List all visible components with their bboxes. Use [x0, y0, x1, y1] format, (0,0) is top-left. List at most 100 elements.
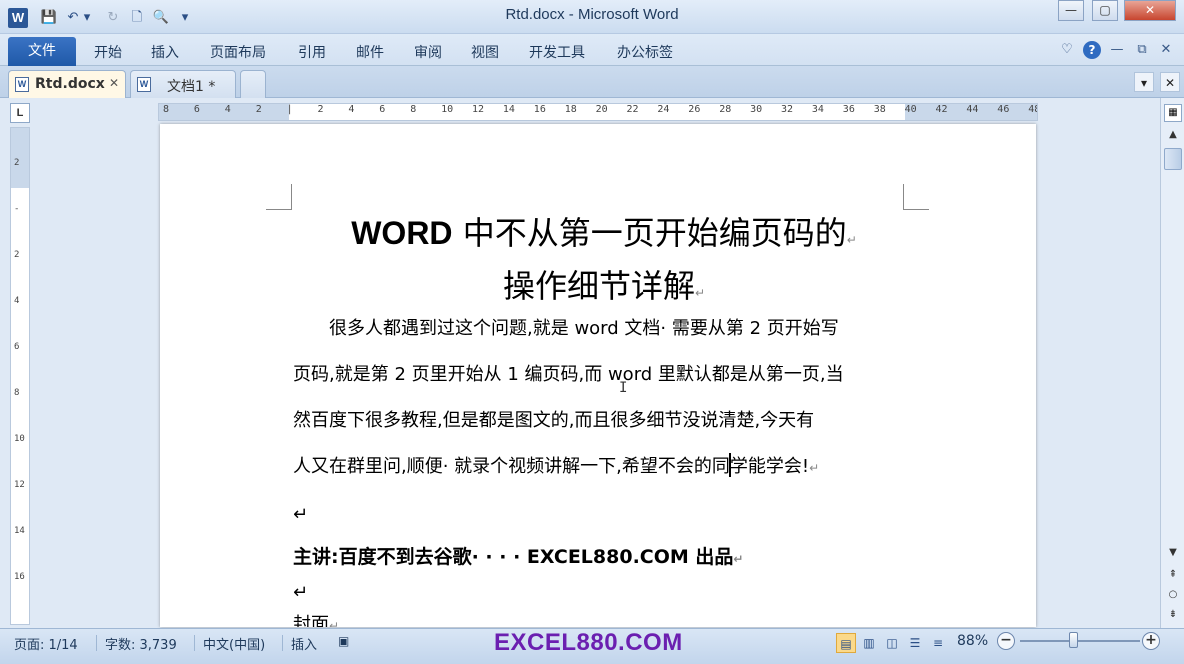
- close-tab-icon[interactable]: ✕: [109, 76, 119, 90]
- paragraph-mark: ↵: [809, 461, 820, 475]
- full-screen-reading-icon[interactable]: ▥: [859, 633, 879, 653]
- vertical-ruler-tick-label: 10: [14, 434, 25, 444]
- vertical-ruler-tick-label: 8: [14, 388, 20, 398]
- doc-restore-icon[interactable]: ⧉: [1133, 41, 1151, 59]
- tab-page-layout[interactable]: 页面布局: [210, 42, 266, 62]
- minimize-ribbon-icon[interactable]: ♡: [1058, 41, 1076, 59]
- tab-office-tab[interactable]: 办公标签: [617, 42, 673, 62]
- help-icon[interactable]: ?: [1083, 41, 1101, 59]
- select-browse-object-icon[interactable]: ○: [1164, 586, 1182, 604]
- divider: [96, 635, 97, 651]
- new-tab-button[interactable]: [240, 70, 266, 98]
- ruler-tick-label: 8: [410, 104, 417, 115]
- doc-minimize-icon[interactable]: —: [1108, 41, 1126, 59]
- save-icon[interactable]: 💾: [40, 9, 58, 27]
- vertical-ruler-tick-label: -: [14, 204, 20, 214]
- title-bar: W 💾 ↶ ▾ ↻ 🗋 🔍 ▾ Rtd.docx - Microsoft Wor…: [0, 0, 1184, 34]
- cover-line[interactable]: 封面↵: [293, 610, 913, 627]
- view-ruler-icon[interactable]: ▦: [1164, 104, 1182, 122]
- ruler-tick-label: 30: [750, 104, 763, 115]
- vertical-ruler-tick-label: 2: [14, 158, 20, 168]
- doc-tab-label: Rtd.docx: [35, 76, 105, 92]
- customize-qat-icon[interactable]: ▾: [180, 9, 190, 27]
- tab-developer[interactable]: 开发工具: [529, 42, 585, 62]
- word-doc-icon: W: [137, 77, 151, 92]
- minimize-button[interactable]: —: [1058, 0, 1084, 21]
- ruler-tick-label: 6: [379, 104, 386, 115]
- ruler-tick-label: 46: [997, 104, 1010, 115]
- title-latin-text: WORD: [351, 215, 453, 251]
- zoom-out-button[interactable]: −: [997, 632, 1015, 650]
- redo-icon[interactable]: ↻: [104, 9, 122, 27]
- print-preview-icon[interactable]: 🔍: [152, 9, 170, 27]
- outline-view-icon[interactable]: ☰: [905, 633, 925, 653]
- body-line-4[interactable]: 人又在群里问,顺便· 就录个视频讲解一下,希望不会的同学能学会!↵: [293, 452, 913, 478]
- draft-view-icon[interactable]: ≡: [928, 633, 948, 653]
- next-page-icon[interactable]: ⇟: [1164, 606, 1182, 624]
- tab-file[interactable]: 文件: [8, 37, 76, 66]
- scroll-thumb[interactable]: [1164, 148, 1182, 170]
- maximize-button[interactable]: ▢: [1092, 0, 1118, 21]
- paragraph-mark: ↵: [733, 552, 744, 566]
- ruler-tick-label: 12: [472, 104, 485, 115]
- document-page[interactable]: WORD 中不从第一页开始编页码的↵ 操作细节详解↵ 很多人都遇到过这个问题,就…: [160, 124, 1036, 627]
- doc-close-icon[interactable]: ✕: [1157, 41, 1175, 59]
- body-line-2[interactable]: 页码,就是第 2 页里开始从 1 编页码,而 word 里默认都是从第一页,当: [293, 360, 913, 386]
- scroll-down-icon[interactable]: ▼: [1164, 544, 1182, 562]
- undo-icon[interactable]: ↶: [64, 9, 82, 27]
- ruler-tick-label: 40: [904, 104, 917, 115]
- divider: [282, 635, 283, 651]
- tab-stop-selector[interactable]: L: [10, 103, 30, 123]
- close-all-tabs-icon[interactable]: ✕: [1160, 72, 1180, 92]
- tab-references[interactable]: 引用: [298, 42, 326, 62]
- ruler-tick-label: 32: [781, 104, 794, 115]
- vertical-ruler[interactable]: 2 - 2 4 6 8 10 12 14 16: [10, 127, 30, 625]
- vertical-ruler-tick-label: 6: [14, 342, 20, 352]
- tab-review[interactable]: 审阅: [414, 42, 442, 62]
- close-button[interactable]: ✕: [1124, 0, 1176, 21]
- new-document-icon[interactable]: 🗋: [128, 9, 146, 27]
- word-app-icon[interactable]: W: [8, 8, 28, 28]
- tab-mailings[interactable]: 邮件: [356, 42, 384, 62]
- ruler-tick-label: 24: [657, 104, 670, 115]
- insert-mode[interactable]: 插入: [291, 634, 317, 653]
- zoom-slider-thumb[interactable]: [1068, 632, 1078, 648]
- speaker-line[interactable]: 主讲:百度不到去谷歌· · · · EXCEL880.COM 出品↵: [293, 542, 913, 569]
- document-title[interactable]: WORD 中不从第一页开始编页码的↵ 操作细节详解↵: [290, 210, 918, 316]
- macro-record-icon[interactable]: ▣: [338, 634, 349, 648]
- ruler-tick-label: 48: [1028, 104, 1037, 115]
- doc-tab-rtd[interactable]: W Rtd.docx ✕: [8, 70, 126, 98]
- horizontal-ruler[interactable]: 8 6 4 2 | 2 4 6 8 10 12 14 16 18 20 22 24 26 28 30 32 34 36 38 4…: [158, 103, 1038, 121]
- zoom-in-button[interactable]: +: [1142, 632, 1160, 650]
- body-line-3[interactable]: 然百度下很多教程,但是都是图文的,而且很多细节没说清楚,今天有: [293, 406, 913, 432]
- tab-home[interactable]: 开始: [94, 42, 122, 62]
- vertical-scrollbar[interactable]: ▦ ▲ ▼ ⇞ ○ ⇟: [1160, 98, 1184, 628]
- tab-insert[interactable]: 插入: [151, 42, 179, 62]
- divider: [194, 635, 195, 651]
- scroll-up-icon[interactable]: ▲: [1164, 126, 1182, 144]
- line4-after-cursor: 学能学会!: [729, 456, 810, 477]
- paragraph-mark: ↵: [329, 619, 340, 627]
- ruler-tick-label: 2: [317, 104, 324, 115]
- body-line-1[interactable]: 很多人都遇到过这个问题,就是 word 文档· 需要从第 2 页开始写: [293, 314, 913, 340]
- tab-list-dropdown-icon[interactable]: ▾: [1134, 72, 1154, 92]
- paragraph-mark: ↵: [694, 286, 706, 300]
- watermark-text: EXCEL880.COM: [494, 629, 683, 656]
- title-line2-text: 操作细节详解: [502, 267, 695, 305]
- ruler-tick-label: |: [286, 104, 293, 115]
- ruler-tick-label: 38: [873, 104, 886, 115]
- zoom-level[interactable]: 88%: [957, 633, 988, 649]
- word-count[interactable]: 字数: 3,739: [105, 634, 177, 653]
- ruler-tick-label: 6: [193, 104, 200, 115]
- previous-page-icon[interactable]: ⇞: [1164, 566, 1182, 584]
- vertical-ruler-tick-label: 16: [14, 572, 25, 582]
- zoom-slider-track[interactable]: [1020, 640, 1140, 642]
- language[interactable]: 中文(中国): [203, 634, 265, 653]
- web-layout-icon[interactable]: ◫: [882, 633, 902, 653]
- tab-view[interactable]: 视图: [471, 42, 499, 62]
- doc-tab-label: 文档1 *: [167, 79, 216, 95]
- page-count[interactable]: 页面: 1/14: [14, 634, 78, 653]
- undo-dropdown-icon[interactable]: ▾: [82, 9, 92, 27]
- print-layout-view-icon[interactable]: ▤: [836, 633, 856, 653]
- doc-tab-document1[interactable]: W 文档1 *: [130, 70, 236, 98]
